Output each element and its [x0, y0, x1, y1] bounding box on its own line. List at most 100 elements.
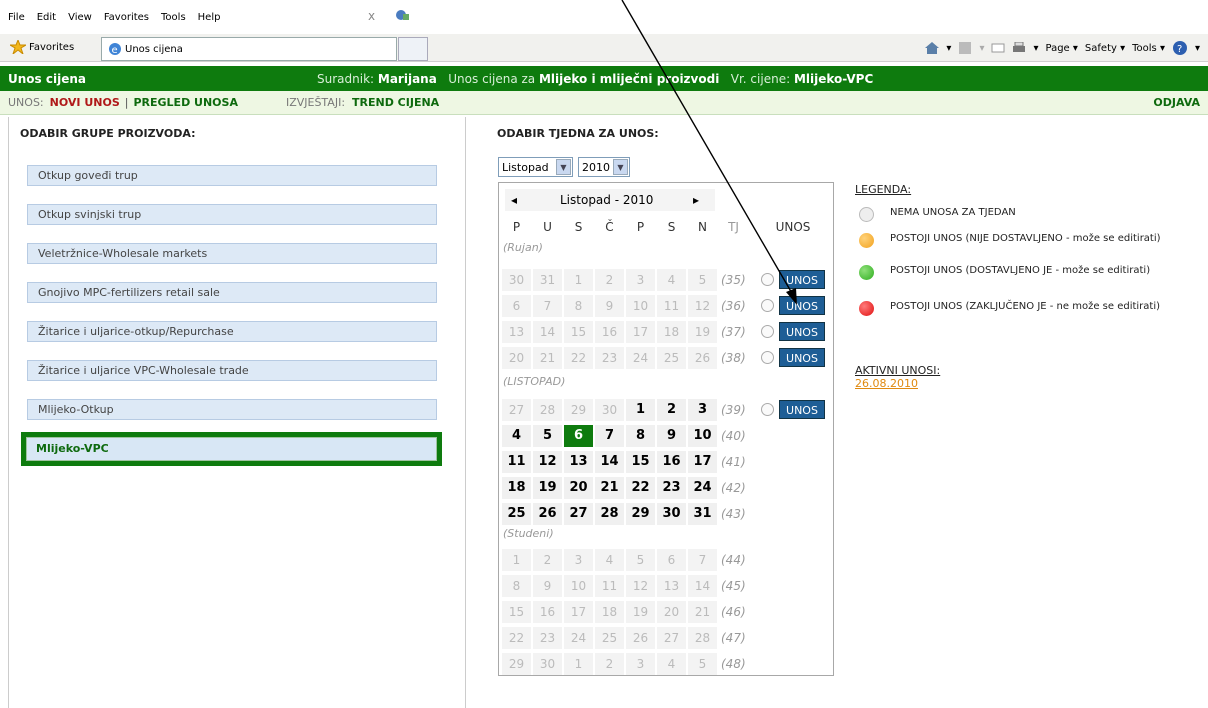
calendar-day[interactable]: 18	[502, 477, 531, 499]
calendar-day[interactable]: 26	[688, 347, 717, 369]
calendar-day[interactable]: 3	[688, 399, 717, 421]
calendar-day[interactable]: 21	[595, 477, 624, 499]
calendar-day[interactable]: 5	[626, 549, 655, 571]
calendar-day[interactable]: 15	[564, 321, 593, 343]
calendar-day[interactable]: 16	[533, 601, 562, 623]
menu-tools[interactable]: Tools	[161, 12, 186, 23]
calendar-day[interactable]: 4	[657, 653, 686, 675]
new-tab-button[interactable]	[398, 37, 428, 61]
calendar-day[interactable]: 4	[657, 269, 686, 291]
calendar-day[interactable]: 5	[688, 653, 717, 675]
calendar-day[interactable]: 23	[595, 347, 624, 369]
group-item[interactable]: Veletržnice-Wholesale markets	[27, 243, 437, 264]
calendar-day[interactable]: 11	[502, 451, 531, 473]
unos-button[interactable]: UNOS	[779, 270, 825, 289]
calendar-day[interactable]: 13	[502, 321, 531, 343]
calendar-day[interactable]: 27	[502, 399, 531, 421]
calendar-day[interactable]: 10	[626, 295, 655, 317]
calendar-day[interactable]: 8	[502, 575, 531, 597]
close-icon[interactable]: x	[368, 9, 375, 23]
calendar-day[interactable]: 3	[626, 653, 655, 675]
feeds-icon[interactable]	[958, 42, 972, 54]
calendar-day[interactable]: 16	[657, 451, 686, 473]
calendar-day[interactable]: 7	[533, 295, 562, 317]
calendar-day[interactable]: 30	[657, 503, 686, 525]
calendar-day[interactable]: 2	[657, 399, 686, 421]
calendar-day[interactable]: 23	[657, 477, 686, 499]
year-select[interactable]: 2010 ▼	[578, 157, 630, 177]
calendar-day[interactable]: 13	[657, 575, 686, 597]
calendar-day[interactable]: 24	[688, 477, 717, 499]
aktivni-date-link[interactable]: 26.08.2010	[855, 377, 918, 390]
calendar-day[interactable]: 25	[657, 347, 686, 369]
calendar-day[interactable]: 19	[626, 601, 655, 623]
calendar-day[interactable]: 2	[595, 269, 624, 291]
calendar-day[interactable]: 2	[595, 653, 624, 675]
calendar-day[interactable]: 21	[688, 601, 717, 623]
calendar-day[interactable]: 1	[564, 269, 593, 291]
calendar-day[interactable]: 25	[595, 627, 624, 649]
calendar-day[interactable]: 17	[626, 321, 655, 343]
group-item[interactable]: Otkup svinjski trup	[27, 204, 437, 225]
calendar-day[interactable]: 11	[657, 295, 686, 317]
calendar-day[interactable]: 26	[533, 503, 562, 525]
calendar-day[interactable]: 23	[533, 627, 562, 649]
calendar-day[interactable]: 16	[595, 321, 624, 343]
group-item-selected[interactable]: Mlijeko-VPC	[21, 432, 442, 466]
calendar-day[interactable]: 8	[626, 425, 655, 447]
calendar-day[interactable]: 28	[533, 399, 562, 421]
calendar-day[interactable]: 3	[626, 269, 655, 291]
calendar-day[interactable]: 5	[533, 425, 562, 447]
unos-button[interactable]: UNOS	[779, 400, 825, 419]
calendar-day[interactable]: 4	[502, 425, 531, 447]
calendar-day[interactable]: 29	[502, 653, 531, 675]
menu-view[interactable]: View	[68, 12, 92, 23]
calendar-day[interactable]: 2	[533, 549, 562, 571]
calendar-day[interactable]: 9	[533, 575, 562, 597]
calendar-day[interactable]: 6	[502, 295, 531, 317]
calendar-day[interactable]: 22	[626, 477, 655, 499]
calendar-day[interactable]: 30	[502, 269, 531, 291]
home-icon[interactable]	[925, 42, 940, 54]
calendar-day[interactable]: 19	[533, 477, 562, 499]
calendar-day[interactable]: 12	[688, 295, 717, 317]
help-icon[interactable]: ?	[1172, 40, 1188, 56]
calendar-day[interactable]: 15	[502, 601, 531, 623]
calendar-day[interactable]: 1	[502, 549, 531, 571]
calendar-day[interactable]: 7	[688, 549, 717, 571]
calendar-day[interactable]: 17	[688, 451, 717, 473]
unos-button[interactable]: UNOS	[779, 322, 825, 341]
calendar-day[interactable]: 17	[564, 601, 593, 623]
calendar-day[interactable]: 12	[533, 451, 562, 473]
menu-edit[interactable]: Edit	[37, 12, 56, 23]
calendar-day[interactable]: 30	[595, 399, 624, 421]
calendar-day[interactable]: 6	[657, 549, 686, 571]
calendar-day[interactable]: 8	[564, 295, 593, 317]
calendar-day[interactable]: 14	[595, 451, 624, 473]
group-item[interactable]: Žitarice i uljarice-otkup/Repurchase	[27, 321, 437, 342]
mail-icon[interactable]	[991, 42, 1005, 54]
print-icon[interactable]	[1012, 42, 1026, 54]
calendar-day[interactable]: 12	[626, 575, 655, 597]
odjava-link[interactable]: ODJAVA	[1153, 96, 1200, 109]
calendar-day[interactable]: 1	[564, 653, 593, 675]
page-menu[interactable]: Page ▾	[1046, 43, 1078, 54]
calendar-day[interactable]: 9	[657, 425, 686, 447]
calendar-day[interactable]: 14	[533, 321, 562, 343]
group-item[interactable]: Mlijeko-Otkup	[27, 399, 437, 420]
calendar-day[interactable]: 29	[626, 503, 655, 525]
calendar-day[interactable]: 26	[626, 627, 655, 649]
calendar-day[interactable]: 20	[564, 477, 593, 499]
calendar-day[interactable]: 31	[688, 503, 717, 525]
calendar-day[interactable]: 7	[595, 425, 624, 447]
week-radio[interactable]	[761, 325, 774, 338]
calendar-day[interactable]: 18	[595, 601, 624, 623]
pregled-unosa-link[interactable]: PREGLED UNOSA	[133, 96, 237, 109]
calendar-day[interactable]: 25	[502, 503, 531, 525]
toolbar-icon[interactable]	[394, 8, 410, 22]
calendar-day[interactable]: 21	[533, 347, 562, 369]
browser-tab[interactable]: e Unos cijena	[101, 37, 397, 61]
calendar-day[interactable]: 14	[688, 575, 717, 597]
calendar-day[interactable]: 3	[564, 549, 593, 571]
calendar-day[interactable]: 29	[564, 399, 593, 421]
